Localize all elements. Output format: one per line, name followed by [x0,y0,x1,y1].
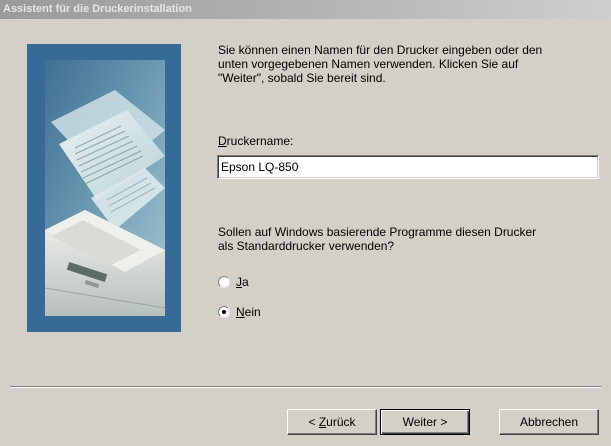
back-button-prefix: < [308,415,319,429]
default-printer-question: Sollen auf Windows basierende Programme … [218,225,603,253]
radio-yes-text: a [242,275,249,289]
cancel-button[interactable]: Abbrechen [499,409,599,435]
next-button-label: Weiter > [402,415,448,429]
instruction-line: "Weiter", sobald Sie bereit sind. [218,71,386,85]
next-button[interactable]: Weiter > [380,409,470,435]
question-line: als Standarddrucker verwenden? [218,239,395,253]
title-bar[interactable]: Assistent für die Druckerinstallation [0,0,611,19]
radio-yes-button[interactable] [218,276,230,288]
radio-no-accelerator: N [236,305,245,319]
printer-name-label-accelerator: D [218,134,227,148]
question-line: Sollen auf Windows basierende Programme … [218,225,537,239]
wizard-picture-frame [27,44,181,332]
radio-yes-label: Ja [236,275,249,289]
printer-illustration-icon [45,60,165,316]
button-separator [10,386,601,388]
radio-option-no[interactable]: Nein [218,304,261,320]
radio-no-label: Nein [236,305,261,319]
radio-option-yes[interactable]: Ja [218,274,249,290]
back-button-text: urück [326,415,356,429]
back-button-accelerator: Z [318,415,327,429]
printer-name-label: Druckername: [218,134,293,148]
back-button[interactable]: < Zurück [287,409,377,435]
printer-name-label-text: ruckername: [226,134,294,148]
printer-name-input[interactable] [217,155,599,179]
instruction-line: unten vorgegebenen Namen verwenden. Klic… [218,57,519,71]
radio-no-button[interactable] [218,306,230,318]
radio-no-text: ein [244,305,261,319]
window-title: Assistent für die Druckerinstallation [3,3,192,15]
radio-selected-dot-icon [222,310,226,314]
instruction-line: Sie können einen Namen für den Drucker e… [218,43,543,57]
instruction-text: Sie können einen Namen für den Drucker e… [218,43,598,85]
cancel-button-label: Abbrechen [519,415,579,429]
